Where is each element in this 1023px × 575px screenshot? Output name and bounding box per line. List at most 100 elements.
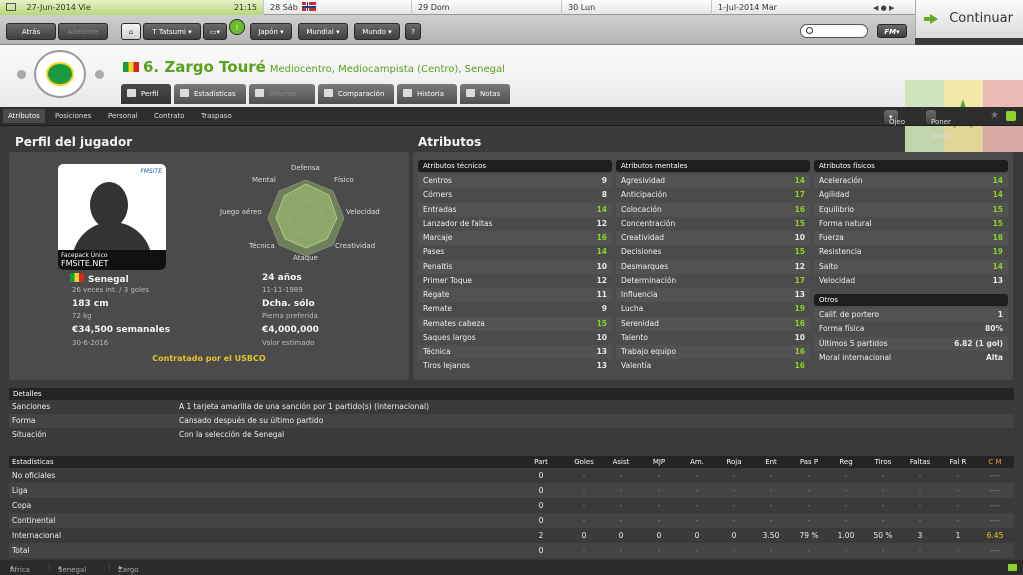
help-button[interactable]: ? xyxy=(405,23,421,40)
stats-column-header[interactable]: Goles xyxy=(569,456,599,468)
technical-attribute-row[interactable]: Tiros lejanos 13 xyxy=(418,359,612,373)
inbox-icon[interactable]: ▭▾ xyxy=(203,23,227,40)
edit-icon[interactable] xyxy=(1006,111,1016,121)
mental-attribute-row[interactable]: Trabajo equipo 16 xyxy=(616,345,810,360)
stats-column-header[interactable]: Roja xyxy=(719,456,749,468)
stats-row[interactable]: Liga 0- - - - - - - - - - - ---- xyxy=(9,483,1014,498)
scout-button[interactable]: Ojeo ▾ xyxy=(884,110,905,126)
technical-attribute-row[interactable]: Centros 9 xyxy=(418,174,612,189)
mental-attribute-row[interactable]: Serenidad 16 xyxy=(616,316,810,331)
mental-attribute-row[interactable]: Colocación 16 xyxy=(616,202,810,217)
technical-attribute-row[interactable]: Primer Toque 12 xyxy=(418,274,612,288)
forward-button[interactable]: Adelante xyxy=(58,23,108,40)
next-player-icon[interactable] xyxy=(95,70,104,79)
mental-attribute-row[interactable]: Agresividad 14 xyxy=(616,174,810,189)
notification-icon[interactable]: ! xyxy=(229,19,245,35)
breadcrumb-item[interactable]: Senegal ▴ xyxy=(58,563,86,574)
stats-column-header[interactable]: Reg xyxy=(831,456,861,468)
stats-cell: - xyxy=(695,486,699,495)
physical-attribute-row[interactable]: Equilibrio 15 xyxy=(814,202,1008,217)
mental-attribute-row[interactable]: Influencia 13 xyxy=(616,288,810,303)
stats-column-header[interactable]: Part xyxy=(526,456,556,468)
calendar-strip[interactable]: 27-Jun-2014 Vie 21:15 28 Sáb 29 Dom 30 L… xyxy=(0,0,915,15)
tab-compare[interactable]: Comparación xyxy=(318,84,394,104)
worldcup-menu[interactable]: Mundial ▾ xyxy=(298,23,348,40)
continue-button[interactable]: Continuar xyxy=(915,0,1023,38)
mental-attribute-row[interactable]: Lucha 19 xyxy=(616,302,810,316)
stats-column-header[interactable]: C M xyxy=(980,456,1010,468)
stats-row[interactable]: Internacional 2 0 0 0 0 0 3.50 79 % 1.00 50 % 3 1 6.4… xyxy=(9,528,1014,543)
technical-attribute-row[interactable]: Remates cabeza 15 xyxy=(418,316,612,331)
stats-column-header[interactable]: Fal R xyxy=(943,456,973,468)
stats-column-header[interactable]: Am. xyxy=(682,456,712,468)
stats-column-header[interactable]: Pas P xyxy=(794,456,824,468)
nickname-button[interactable]: Poner apodo xyxy=(926,110,953,140)
tab-profile[interactable]: Perfil xyxy=(121,84,171,104)
search-input[interactable] xyxy=(800,24,868,38)
mental-attribute-row[interactable]: Concentración 15 xyxy=(616,217,810,231)
other-attribute-row[interactable]: Últimos 5 partidos 6.82 (1 gol) xyxy=(814,336,1008,351)
stats-row[interactable]: Copa 0- - - - - - - - - - - ---- xyxy=(9,498,1014,513)
calendar-day[interactable]: 30 Lun xyxy=(562,0,712,15)
stats-column-header[interactable]: Ent xyxy=(756,456,786,468)
calendar-day[interactable]: 28 Sáb xyxy=(264,0,412,15)
subnav-personal[interactable]: Personal xyxy=(108,112,138,120)
manager-menu[interactable]: T Tatsumi ▾ xyxy=(143,23,201,40)
technical-attribute-row[interactable]: Marcaje 16 xyxy=(418,231,612,246)
technical-attribute-row[interactable]: Pases 14 xyxy=(418,245,612,259)
star-icon[interactable]: ★ xyxy=(990,110,999,121)
physical-attribute-row[interactable]: Aceleración 14 xyxy=(814,174,1008,189)
technical-attribute-row[interactable]: Córners 8 xyxy=(418,188,612,202)
technical-attribute-row[interactable]: Entradas 14 xyxy=(418,202,612,217)
subnav-contract[interactable]: Contrato xyxy=(154,112,185,120)
mental-attribute-row[interactable]: Anticipación 17 xyxy=(616,188,810,202)
other-attribute-row[interactable]: Forma física 80% xyxy=(814,322,1008,336)
stats-row[interactable]: Total 0- - - - - - - - - - - ---- xyxy=(9,543,1014,558)
stats-column-header[interactable]: Faltas xyxy=(905,456,935,468)
technical-attribute-row[interactable]: Remate 9 xyxy=(418,302,612,316)
stats-column-header[interactable]: Tiros xyxy=(868,456,898,468)
physical-attribute-row[interactable]: Salto 14 xyxy=(814,259,1008,274)
technical-attribute-row[interactable]: Saques largos 10 xyxy=(418,331,612,345)
subnav-positions[interactable]: Posiciones xyxy=(55,112,91,120)
physical-attribute-row[interactable]: Resistencia 19 xyxy=(814,245,1008,259)
tab-report[interactable]: Informe xyxy=(249,84,315,104)
subnav-transfer[interactable]: Traspaso xyxy=(201,112,232,120)
prev-player-icon[interactable] xyxy=(17,70,26,79)
stats-column-header[interactable]: Asist xyxy=(606,456,636,468)
physical-attribute-row[interactable]: Agilidad 14 xyxy=(814,188,1008,202)
stats-column-header[interactable]: MJP xyxy=(644,456,674,468)
tab-history[interactable]: Historia xyxy=(397,84,457,104)
technical-attribute-row[interactable]: Técnica 13 xyxy=(418,345,612,360)
calendar-current-day[interactable]: 27-Jun-2014 Vie 21:15 xyxy=(0,0,264,15)
mental-attribute-row[interactable]: Determinación 17 xyxy=(616,274,810,288)
technical-attribute-row[interactable]: Penaltis 10 xyxy=(418,259,612,274)
japan-menu[interactable]: Japón ▾ xyxy=(250,23,292,40)
other-attribute-row[interactable]: Moral internacional Alta xyxy=(814,351,1008,365)
physical-attribute-row[interactable]: Fuerza 18 xyxy=(814,231,1008,246)
technical-attribute-row[interactable]: Regate 11 xyxy=(418,288,612,303)
stats-row[interactable]: No oficiales 0- - - - - - - - - - - ---- xyxy=(9,468,1014,483)
breadcrumb-item[interactable]: Zargo Touré ▴ xyxy=(118,563,139,575)
stats-row[interactable]: Continental 0- - - - - - - - - - - ---- xyxy=(9,513,1014,528)
world-menu[interactable]: Mundo ▾ xyxy=(354,23,400,40)
back-button[interactable]: Atrás xyxy=(6,23,56,40)
home-icon[interactable]: ⌂ xyxy=(121,23,141,40)
nation[interactable]: Senegal xyxy=(88,275,129,285)
calendar-nav-icon[interactable]: ◀ ● ▶ xyxy=(873,4,894,12)
tab-notes[interactable]: Notas xyxy=(460,84,510,104)
mental-attribute-row[interactable]: Decisiones 15 xyxy=(616,245,810,259)
mental-attribute-row[interactable]: Desmarques 12 xyxy=(616,259,810,274)
tab-stats[interactable]: Estadísticas xyxy=(174,84,246,104)
breadcrumb-item[interactable]: África ▴ xyxy=(10,563,30,574)
other-attribute-row[interactable]: Calif. de portero 1 xyxy=(814,308,1008,323)
physical-attribute-row[interactable]: Forma natural 15 xyxy=(814,217,1008,231)
mental-attribute-row[interactable]: Creatividad 10 xyxy=(616,231,810,246)
calendar-day[interactable]: 29 Dom xyxy=(412,0,562,15)
mental-attribute-row[interactable]: Talento 10 xyxy=(616,331,810,345)
physical-attribute-row[interactable]: Velocidad 13 xyxy=(814,274,1008,288)
mental-attribute-row[interactable]: Valentía 16 xyxy=(616,359,810,373)
fm-menu[interactable]: FM▾ xyxy=(877,24,907,38)
technical-attribute-row[interactable]: Lanzador de faltas 12 xyxy=(418,217,612,231)
subnav-attributes[interactable]: Atributos xyxy=(3,109,45,123)
